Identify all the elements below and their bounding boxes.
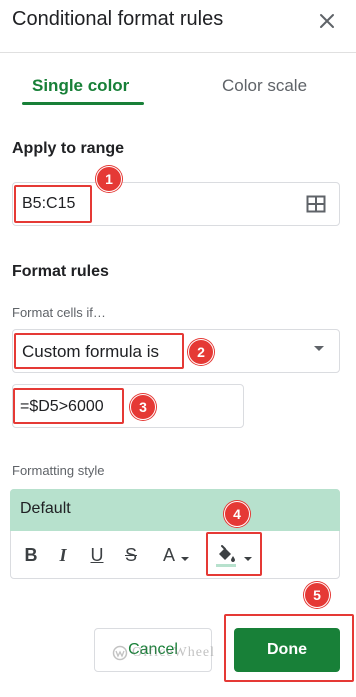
annotation-badge-4: 4 — [224, 501, 250, 527]
annotation-badge-2: 2 — [188, 339, 214, 365]
annotation-badge-3: 3 — [130, 394, 156, 420]
style-preview-text: Default — [20, 500, 71, 517]
officewheel-watermark: OfficeWheel — [112, 645, 215, 661]
underline-button[interactable]: U — [86, 542, 108, 568]
grid-select-icon[interactable] — [306, 194, 326, 214]
watermark-text: OfficeWheel — [132, 645, 216, 660]
format-rules-heading: Format rules — [12, 263, 109, 280]
active-tab-indicator — [22, 102, 144, 105]
text-color-button[interactable]: A — [156, 542, 196, 568]
text-color-icon: A — [162, 544, 175, 565]
header-divider — [0, 52, 356, 53]
chevron-down-icon — [314, 346, 324, 351]
tab-color-scale[interactable]: Color scale — [222, 76, 307, 96]
italic-button[interactable]: I — [52, 542, 74, 568]
annotation-badge-5: 5 — [304, 582, 330, 608]
annotation-box-range — [14, 185, 92, 223]
formatting-style-label: Formatting style — [12, 463, 105, 478]
annotation-box-done — [224, 614, 354, 682]
strikethrough-button[interactable]: S — [120, 542, 142, 568]
annotation-badge-1: 1 — [96, 166, 122, 192]
annotation-box-fill-color — [206, 532, 262, 576]
annotation-box-formula — [13, 388, 124, 424]
panel-title: Conditional format rules — [12, 8, 224, 30]
annotation-box-condition — [14, 333, 184, 369]
close-icon — [320, 14, 334, 28]
chevron-down-icon — [181, 557, 189, 561]
close-button[interactable] — [314, 8, 340, 34]
condition-label: Format cells if… — [12, 305, 106, 320]
apply-range-heading: Apply to range — [12, 140, 125, 157]
tab-single-color[interactable]: Single color — [32, 76, 129, 96]
bold-button[interactable]: B — [20, 542, 42, 568]
officewheel-logo-icon — [112, 645, 128, 661]
